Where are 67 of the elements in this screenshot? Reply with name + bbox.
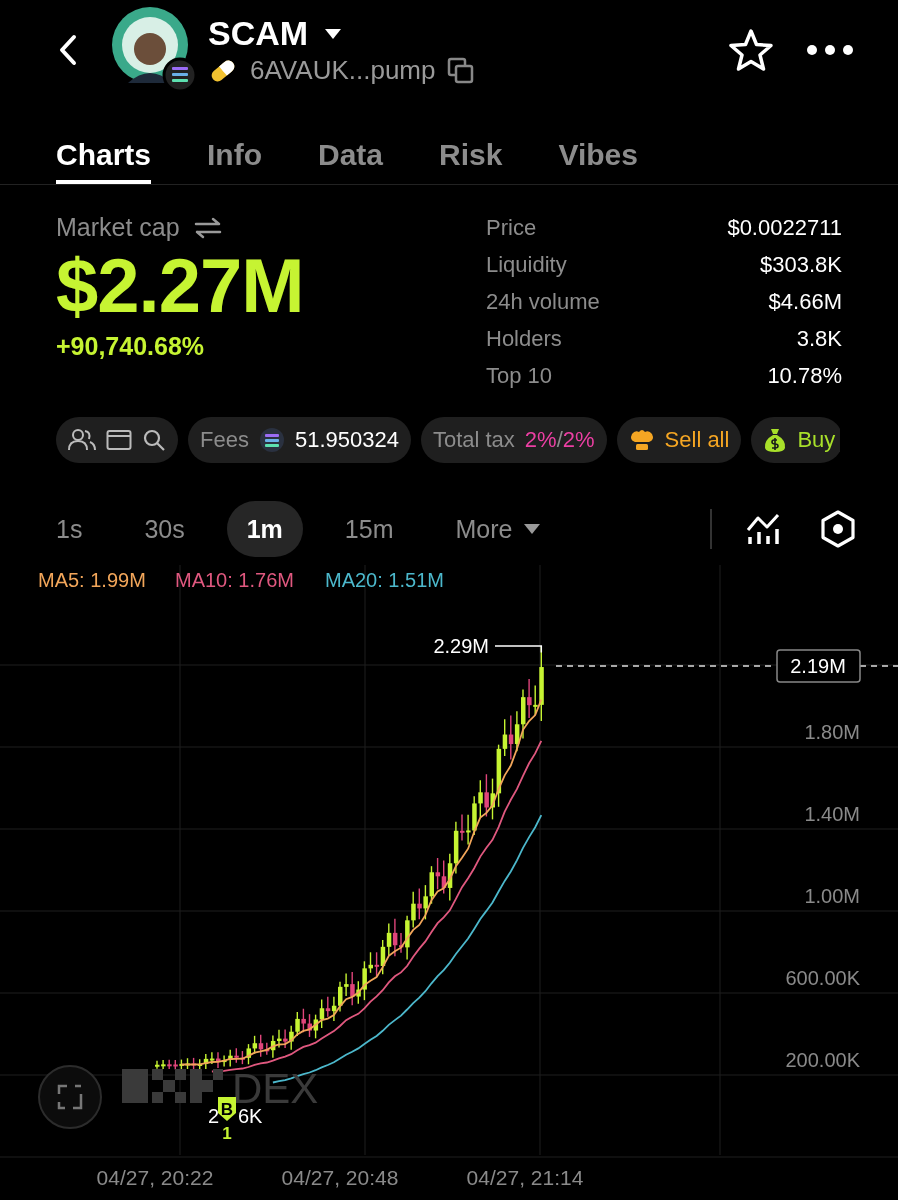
stat-label: 24h volume <box>486 288 600 316</box>
ma-legend: MA5: 1.99M <box>38 569 146 591</box>
more-icon[interactable] <box>806 44 854 56</box>
timeframe-tab[interactable]: 15m <box>324 501 414 557</box>
tab[interactable]: Vibes <box>558 118 638 184</box>
ma-legend: MA20: 1.51M <box>325 569 444 591</box>
y-axis-label: 600.00K <box>785 967 860 989</box>
fees-value: 51.950324 <box>294 427 399 453</box>
people-icon[interactable] <box>68 428 96 452</box>
marker-count: 1 <box>222 1124 232 1143</box>
token-address: 6AVAUK...pump <box>250 55 436 86</box>
stat-label: Liquidity <box>486 251 567 279</box>
tab[interactable]: Data <box>318 118 384 184</box>
caret-icon <box>524 524 541 534</box>
sell-all-button[interactable]: Sell all <box>616 417 742 463</box>
market-cap-change: +90,740.68% <box>56 332 206 361</box>
stat-value: $303.8K <box>760 251 842 279</box>
stat-label: Holders <box>486 325 562 353</box>
more-dropdown[interactable]: More <box>435 501 561 557</box>
copy-icon[interactable] <box>447 56 476 85</box>
market-cap-value: $2.27M <box>56 242 305 330</box>
tab[interactable]: Risk <box>439 118 503 184</box>
tab[interactable]: Info <box>207 118 262 184</box>
coin-icon <box>258 427 285 453</box>
stat-value: $4.66M <box>768 288 842 316</box>
back-icon[interactable] <box>58 34 78 66</box>
buy-marker: B <box>218 1097 236 1121</box>
swap-icon[interactable] <box>193 216 222 239</box>
watermark-logo-icon <box>122 1069 223 1103</box>
stat-value: $0.0022711 <box>727 214 842 242</box>
tax-label: Total tax <box>432 427 515 453</box>
buy-button[interactable]: Buy <box>751 417 840 463</box>
tab[interactable]: Charts <box>56 118 152 184</box>
search-icon[interactable] <box>142 428 166 452</box>
window-icon[interactable] <box>106 429 132 451</box>
y-axis-label: 200.00K <box>785 1049 860 1071</box>
market-cap-label: Market cap <box>56 213 180 242</box>
y-axis-label: 1.80M <box>804 721 860 743</box>
timeframe-tab[interactable]: 30s <box>124 501 205 557</box>
stat-value: 10.78% <box>767 362 842 390</box>
y-axis-label: 1.40M <box>804 803 860 825</box>
token-name: SCAM <box>208 14 309 53</box>
tax-separator: / <box>556 427 563 453</box>
buy-tax: 2% <box>524 427 557 453</box>
money-bag-icon <box>763 427 788 453</box>
ma-legend: MA10: 1.76M <box>175 569 294 591</box>
settings-icon[interactable] <box>820 510 856 548</box>
low-label: 2 <box>208 1105 220 1127</box>
chef-hat-icon <box>628 428 655 452</box>
timeframe-tab[interactable]: 1m <box>226 501 303 557</box>
price-tag: 2.19M <box>776 649 861 683</box>
high-label: 2.29M <box>433 635 489 657</box>
x-axis-label: 04/27, 21:14 <box>466 1166 584 1189</box>
stat-label: Top 10 <box>486 362 553 390</box>
star-icon[interactable] <box>728 28 774 72</box>
leader-line <box>494 645 543 654</box>
sell-tax: 2% <box>562 427 595 453</box>
stat-label: Price <box>486 214 537 242</box>
y-axis-label: 1.00M <box>804 885 860 907</box>
x-axis-label: 04/27, 20:48 <box>281 1166 399 1189</box>
stat-value: 3.8K <box>796 325 842 353</box>
indicator-icon[interactable] <box>746 512 780 546</box>
fees-label: Fees <box>200 427 249 453</box>
caret-icon[interactable] <box>324 27 343 40</box>
expand-button[interactable] <box>38 1065 102 1129</box>
x-axis-label: 04/27, 20:22 <box>96 1166 214 1189</box>
timeframe-tab[interactable]: 1s <box>36 501 103 557</box>
